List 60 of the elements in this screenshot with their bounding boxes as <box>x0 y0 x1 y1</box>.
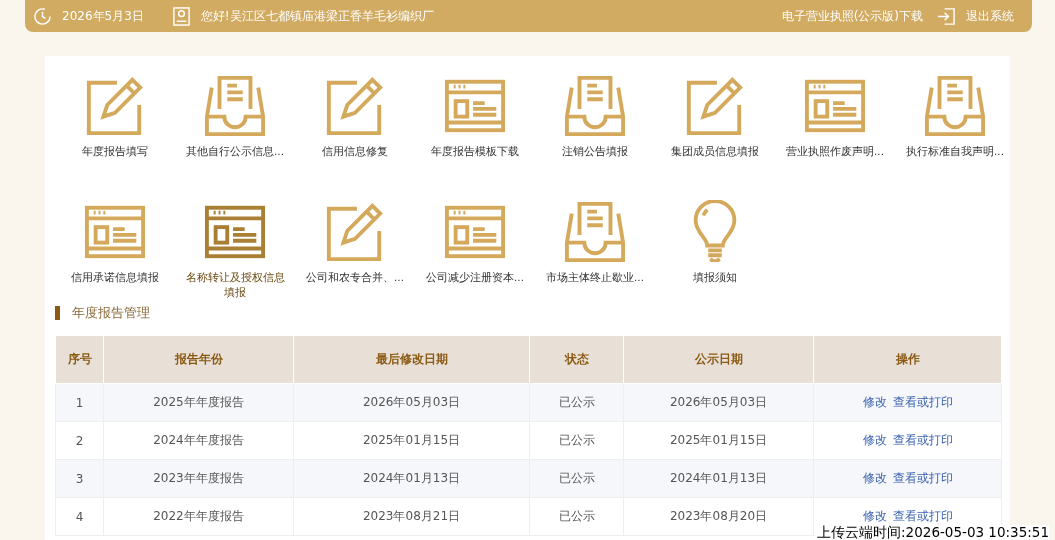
table-cell: 已公示 <box>529 383 624 422</box>
tile-label[interactable]: 信用承诺信息填报 <box>57 270 173 285</box>
table-cell: 2025年01月15日 <box>623 421 814 460</box>
upload-time-toast: 上传云端时间:2026-05-03 10:35:51 <box>815 525 1049 540</box>
inbox-icon[interactable] <box>203 74 267 136</box>
inbox-icon[interactable] <box>563 74 627 136</box>
tile-label[interactable]: 注销公告填报 <box>537 144 653 159</box>
table-cell: 2022年年度报告 <box>103 497 294 536</box>
tile-label[interactable]: 公司减少注册资本... <box>417 270 533 285</box>
tile-label[interactable]: 填报须知 <box>657 270 773 285</box>
table-cell: 2023年年度报告 <box>103 459 294 498</box>
section-title: 年度报告管理 <box>72 304 150 322</box>
table-cell: 2025年01月15日 <box>293 421 530 460</box>
date-text: 2026年5月3日 <box>62 7 144 25</box>
action-link[interactable]: 修改 <box>862 471 887 485</box>
action-link[interactable]: 查看或打印 <box>892 395 953 409</box>
table-cell: 1 <box>55 383 104 422</box>
tile-label[interactable]: 名称转让及授权信息填报 <box>185 270 285 300</box>
action-link[interactable]: 查看或打印 <box>892 433 953 447</box>
table-cell: 2026年05月03日 <box>293 383 530 422</box>
action-link[interactable]: 修改 <box>862 395 887 409</box>
column-header: 公示日期 <box>623 335 814 384</box>
tile-label[interactable]: 公司和农专合并、... <box>297 270 413 285</box>
logout-icon[interactable] <box>937 6 956 26</box>
column-header: 操作 <box>813 335 1002 384</box>
table-cell: 2024年01月13日 <box>293 459 530 498</box>
action-link[interactable]: 查看或打印 <box>892 471 953 485</box>
tile-label[interactable]: 营业执照作废声明... <box>777 144 893 159</box>
inbox-icon[interactable] <box>563 200 627 262</box>
tile-label[interactable]: 年度报告模板下载 <box>417 144 533 159</box>
column-header: 状态 <box>529 335 624 384</box>
column-header: 序号 <box>55 335 104 384</box>
table-cell: 已公示 <box>529 421 624 460</box>
table-cell: 2026年05月03日 <box>623 383 814 422</box>
table-cell: 2 <box>55 421 104 460</box>
greeting-text: 您好!吴江区七都镇庙港梁正香羊毛衫编织厂 <box>200 7 434 25</box>
user-icon <box>171 6 191 26</box>
action-link[interactable]: 修改 <box>862 433 887 447</box>
table-cell: 2024年01月13日 <box>623 459 814 498</box>
table-cell: 2025年年度报告 <box>103 383 294 422</box>
table-cell: 3 <box>55 459 104 498</box>
tile-label[interactable]: 执行标准自我声明... <box>897 144 1013 159</box>
tile-label[interactable]: 信用信息修复 <box>297 144 413 159</box>
clock-icon <box>33 6 52 26</box>
tile-label[interactable]: 市场主体终止歇业... <box>537 270 653 285</box>
table-cell: 2024年年度报告 <box>103 421 294 460</box>
table-cell: 已公示 <box>529 459 624 498</box>
action-link[interactable]: 修改 <box>862 509 887 523</box>
section-marker <box>55 306 60 320</box>
table-cell: 已公示 <box>529 497 624 536</box>
table-cell: 2023年08月21日 <box>293 497 530 536</box>
action-link[interactable]: 查看或打印 <box>892 509 953 523</box>
table-cell: 2023年08月20日 <box>623 497 814 536</box>
column-header: 报告年份 <box>103 335 294 384</box>
inbox-icon[interactable] <box>923 74 987 136</box>
tile-label[interactable]: 集团成员信息填报 <box>657 144 773 159</box>
table-cell: 4 <box>55 497 104 536</box>
tile-label[interactable]: 其他自行公示信息... <box>177 144 293 159</box>
column-header: 最后修改日期 <box>293 335 530 384</box>
tile-label[interactable]: 年度报告填写 <box>57 144 173 159</box>
